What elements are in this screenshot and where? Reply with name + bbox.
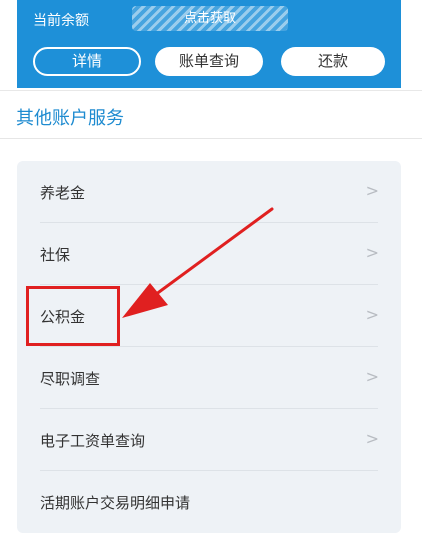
balance-label: 当前余额 (33, 13, 89, 29)
fetch-balance-button[interactable]: 点击获取 (132, 6, 288, 31)
service-item-label: 社保 (40, 246, 71, 264)
service-item-social-security[interactable]: 社保 > (17, 223, 401, 285)
service-item-pension[interactable]: 养老金 > (17, 161, 401, 223)
chevron-right-icon: > (365, 367, 379, 386)
service-item-label: 养老金 (40, 184, 86, 202)
services-list: 养老金 > 社保 > 公积金 > 尽职调查 > 电子工资单查询 > 活期账户交易… (17, 161, 401, 533)
highlight-box (26, 286, 120, 346)
service-item-label: 尽职调查 (40, 370, 101, 388)
section-title: 其他账户服务 (16, 108, 124, 129)
details-button[interactable]: 详情 (33, 47, 141, 76)
divider (0, 138, 422, 139)
divider (0, 90, 422, 91)
service-item-due-diligence[interactable]: 尽职调查 > (17, 347, 401, 409)
service-item-e-payslip[interactable]: 电子工资单查询 > (17, 409, 401, 471)
chevron-right-icon: > (365, 181, 379, 200)
bill-query-button[interactable]: 账单查询 (155, 47, 263, 76)
chevron-right-icon: > (365, 243, 379, 262)
chevron-right-icon: > (365, 429, 379, 448)
repay-button[interactable]: 还款 (281, 47, 385, 76)
service-item-current-account-statement[interactable]: 活期账户交易明细申请 (17, 471, 401, 533)
service-item-label: 活期账户交易明细申请 (40, 494, 191, 512)
account-panel: 当前余额 点击获取 详情 账单查询 还款 (17, 0, 401, 88)
service-item-label: 电子工资单查询 (40, 432, 146, 450)
chevron-right-icon: > (365, 305, 379, 324)
